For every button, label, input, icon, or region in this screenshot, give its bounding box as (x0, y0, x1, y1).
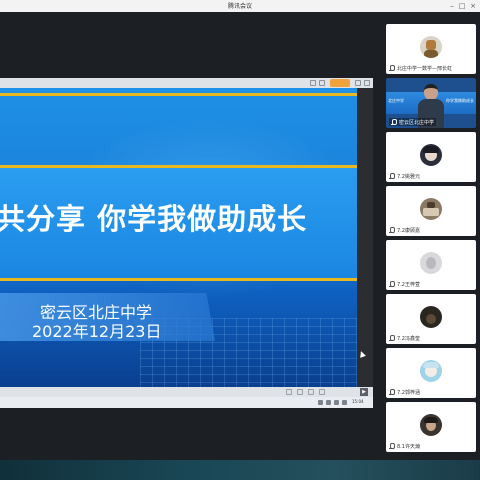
microphone-icon (389, 334, 395, 342)
video-banner-text: 北庄中学 (388, 98, 404, 103)
participant-name: 8.1许天瀚 (397, 443, 420, 450)
participant-tile[interactable]: 8.1许天瀚 (386, 402, 476, 452)
gold-band (0, 93, 357, 96)
participant-tile[interactable]: 7.2姚雅元 (386, 132, 476, 182)
tray-icon[interactable] (334, 400, 339, 405)
microphone-icon (391, 118, 397, 126)
participant-name: 7.2冯鑫奎 (397, 335, 420, 342)
app-title: 腾讯会议 (227, 3, 252, 10)
participant-name: 7.2康顾嘉 (397, 227, 420, 234)
shared-screen[interactable]: 共分享 你学我做助成长 密云区北庄中学 2022年12月23日 ▶ 15:04 (0, 78, 373, 408)
tray-icon[interactable] (342, 400, 347, 405)
tray-icon[interactable] (318, 400, 323, 405)
title-bar: 腾讯会议 – □ × (0, 0, 480, 12)
maximize-icon[interactable]: □ (458, 2, 466, 10)
shared-screen-area: 共分享 你学我做助成长 密云区北庄中学 2022年12月23日 ▶ 15:04 (0, 12, 382, 468)
participant-name-row: 密云区北庄中学 (389, 118, 437, 126)
minimize-icon[interactable] (355, 80, 361, 86)
avatar (420, 36, 442, 58)
close-icon[interactable] (364, 80, 370, 86)
avatar (420, 252, 442, 274)
microphone-icon (389, 172, 395, 180)
tray-icon[interactable] (326, 400, 331, 405)
slide-headline: 共分享 你学我做助成长 (0, 202, 308, 236)
view-icon[interactable] (297, 389, 303, 395)
microphone-icon (389, 64, 395, 72)
slide-date: 2022年12月23日 (32, 322, 162, 341)
slideshow-icon[interactable]: ▶ (360, 388, 368, 396)
view-icon[interactable] (319, 389, 325, 395)
presentation-toolbar (0, 78, 373, 88)
microphone-icon (389, 388, 395, 396)
gold-band (0, 278, 357, 281)
taskbar-clock: 15:04 (352, 399, 364, 404)
participant-name-row: 7.2王梓萱 (389, 280, 420, 288)
badge-icon[interactable] (330, 79, 350, 87)
participant-name-row: 8.1许天瀚 (389, 442, 420, 450)
participant-tile[interactable]: 7.2郭梓涵 (386, 348, 476, 398)
participant-name-row: 7.2康顾嘉 (389, 226, 420, 234)
participant-tile[interactable]: 7.2王梓萱 (386, 240, 476, 290)
participant-name: 密云区北庄中学 (399, 119, 435, 126)
microphone-icon (389, 226, 395, 234)
close-icon[interactable]: × (469, 2, 477, 10)
participant-tile[interactable]: 7.2康顾嘉 (386, 186, 476, 236)
participant-tile[interactable]: 北庄中学一数学—邢长虹 (386, 24, 476, 74)
bottom-control-strip (0, 460, 480, 480)
avatar (420, 306, 442, 328)
participant-name-row: 北庄中学一数学—邢长虹 (389, 64, 452, 72)
gold-band (0, 165, 357, 168)
microphone-icon (389, 442, 395, 450)
view-icon[interactable] (286, 389, 292, 395)
avatar (420, 414, 442, 436)
participant-name-row: 7.2冯鑫奎 (389, 334, 420, 342)
participant-name-row: 7.2姚雅元 (389, 172, 420, 180)
avatar (420, 360, 442, 382)
participant-list: 北庄中学一数学—邢长虹 北庄中学 你学我做助成长 密云区北庄中学 7.2姚雅元 … (384, 20, 480, 460)
presentation-slide: 共分享 你学我做助成长 密云区北庄中学 2022年12月23日 (0, 88, 357, 387)
view-icon[interactable] (308, 389, 314, 395)
video-banner-text: 你学我做助成长 (446, 98, 474, 103)
window-icon[interactable] (319, 80, 325, 86)
window-icon[interactable] (310, 80, 316, 86)
participant-name: 北庄中学一数学—邢长虹 (397, 65, 453, 72)
taskbar: 15:04 (0, 397, 373, 408)
microphone-icon (389, 280, 395, 288)
participant-name-row: 7.2郭梓涵 (389, 388, 420, 396)
participant-video-tile[interactable]: 北庄中学 你学我做助成长 密云区北庄中学 (386, 78, 476, 128)
participant-name: 7.2姚雅元 (397, 173, 420, 180)
avatar (420, 144, 442, 166)
participant-name: 7.2王梓萱 (397, 281, 420, 288)
participant-name: 7.2郭梓涵 (397, 389, 420, 396)
minimize-icon[interactable]: – (448, 2, 456, 10)
participant-tile[interactable]: 7.2冯鑫奎 (386, 294, 476, 344)
meeting-window: 腾讯会议 – □ × 共分享 你学我做助成长 密云区北庄中学 2022年12月2… (0, 0, 480, 480)
avatar (420, 198, 442, 220)
presentation-status-bar: ▶ (0, 387, 373, 397)
